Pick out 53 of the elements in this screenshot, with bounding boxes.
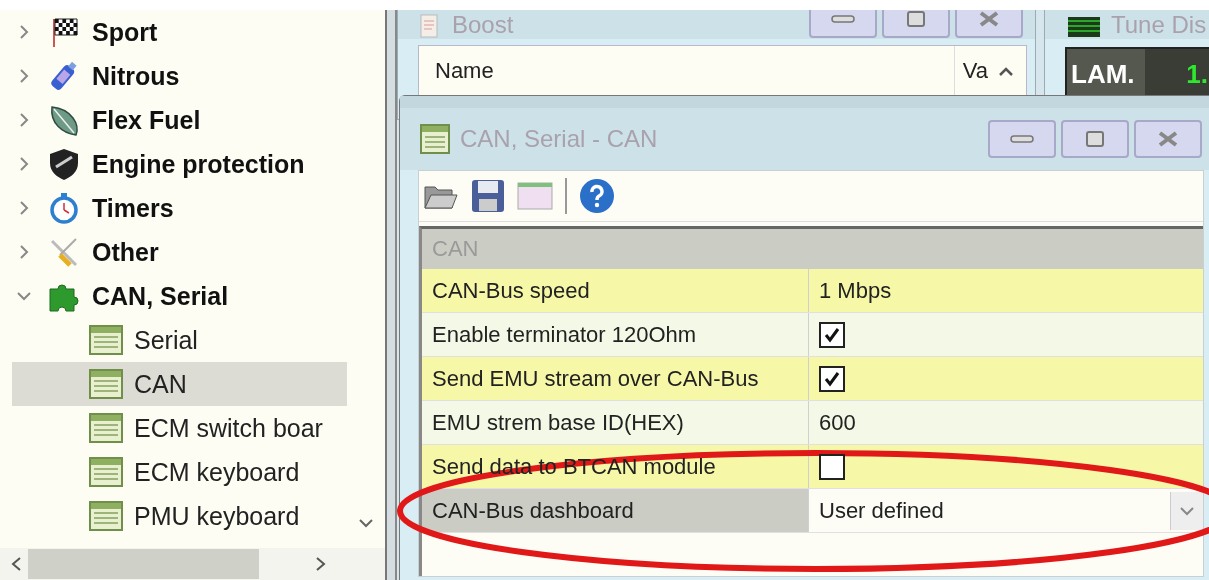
property-label[interactable]: CAN-Bus dashboard bbox=[422, 489, 809, 532]
tree-item[interactable]: CAN bbox=[12, 362, 347, 406]
checkbox[interactable] bbox=[819, 365, 845, 392]
tree-item[interactable]: Timers bbox=[12, 186, 347, 230]
save-button[interactable] bbox=[471, 179, 505, 213]
table-icon bbox=[88, 499, 124, 533]
tree-item[interactable]: CAN, Serial bbox=[12, 274, 347, 318]
scroll-left-icon[interactable] bbox=[10, 556, 22, 572]
minimize-icon bbox=[831, 14, 855, 24]
tree-item[interactable]: Serial bbox=[12, 318, 347, 362]
checkbox[interactable] bbox=[819, 453, 845, 480]
tree-item[interactable]: Other bbox=[12, 230, 347, 274]
checkbox[interactable] bbox=[819, 321, 845, 348]
check-icon bbox=[824, 326, 840, 343]
tree-item[interactable]: ECM switch boar bbox=[12, 406, 347, 450]
tree-item[interactable]: Nitrous bbox=[12, 54, 347, 98]
splitter-bar[interactable] bbox=[385, 10, 397, 580]
scroll-up-icon[interactable] bbox=[998, 65, 1014, 77]
grid-icon bbox=[1067, 15, 1101, 39]
tree-item[interactable]: ECM keyboard bbox=[12, 450, 347, 494]
property-label[interactable]: Send EMU stream over CAN-Bus bbox=[422, 357, 809, 400]
check-icon bbox=[824, 370, 840, 387]
help-button[interactable] bbox=[579, 178, 615, 214]
caret-icon bbox=[1179, 505, 1195, 516]
close-button[interactable] bbox=[1134, 120, 1202, 158]
property-value[interactable]: 600 bbox=[809, 401, 1203, 444]
maximize-icon bbox=[906, 10, 926, 28]
tree-item[interactable]: Engine protection bbox=[12, 142, 347, 186]
maximize-button[interactable] bbox=[882, 10, 950, 38]
close-icon bbox=[1156, 130, 1180, 148]
scrollbar-thumb[interactable] bbox=[28, 549, 259, 579]
close-button[interactable] bbox=[955, 10, 1023, 38]
table-icon bbox=[88, 323, 124, 357]
minimize-button[interactable] bbox=[809, 10, 877, 38]
close-icon bbox=[977, 10, 1001, 28]
table-icon bbox=[88, 367, 124, 401]
column-header[interactable]: Name bbox=[419, 58, 494, 84]
table-icon bbox=[88, 411, 124, 445]
tree-item[interactable]: Sport bbox=[12, 10, 347, 54]
property-label[interactable]: EMU strem base ID(HEX) bbox=[422, 401, 809, 444]
tree-item[interactable]: PMU keyboard bbox=[12, 494, 347, 538]
scroll-right-icon[interactable] bbox=[315, 556, 327, 572]
table-icon bbox=[88, 455, 124, 489]
minimize-button[interactable] bbox=[988, 120, 1056, 158]
scroll-down-icon[interactable] bbox=[358, 518, 374, 530]
maximize-button[interactable] bbox=[1061, 120, 1129, 158]
tree-item[interactable]: Flex Fuel bbox=[12, 98, 347, 142]
property-value[interactable]: 1 Mbps bbox=[809, 269, 1203, 312]
property-label[interactable]: Enable terminator 120Ohm bbox=[422, 313, 809, 356]
property-label[interactable]: CAN-Bus speed bbox=[422, 269, 809, 312]
maximize-icon bbox=[1085, 130, 1105, 148]
minimize-icon bbox=[1010, 134, 1034, 144]
table-icon bbox=[420, 124, 450, 154]
